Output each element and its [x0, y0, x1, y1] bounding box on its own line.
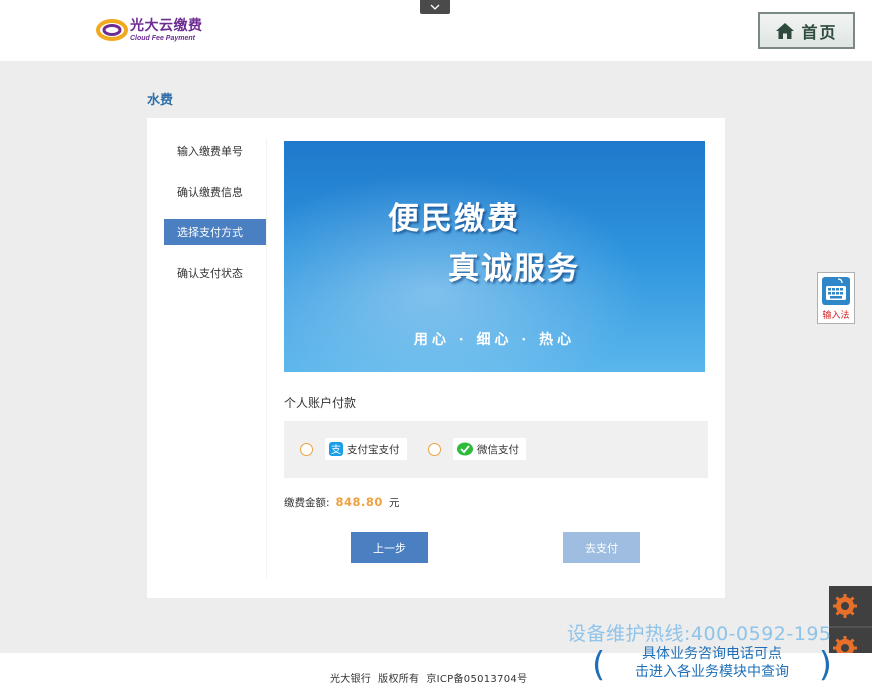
chevron-down-icon — [430, 4, 440, 10]
logo-en-text: Cloud Fee Payment — [130, 34, 195, 42]
payment-options: 支 支付宝支付 微信支付 — [284, 421, 708, 478]
divider — [266, 138, 267, 578]
prev-step-button[interactable]: 上一步 — [351, 532, 428, 563]
home-button[interactable]: 首页 — [758, 12, 855, 49]
banner-tagline: 用心 · 细心 · 热心 — [413, 332, 576, 348]
step-item: 确认支付状态 — [177, 266, 243, 280]
step-item-active: 选择支付方式 — [164, 219, 266, 245]
banner-image: 便民缴费 真诚服务 用心 · 细心 · 热心 — [284, 141, 705, 372]
logo: 光大云缴费 Cloud Fee Payment — [96, 17, 203, 43]
wechat-option[interactable]: 微信支付 — [428, 438, 526, 460]
wechat-radio[interactable] — [428, 442, 441, 456]
amount-unit: 元 — [388, 497, 400, 509]
step-list: 输入缴费单号 确认缴费信息 选择支付方式 确认支付状态 — [164, 138, 266, 300]
step-item: 确认缴费信息 — [177, 185, 243, 199]
banner-headline-1: 便民缴费 — [388, 201, 520, 237]
alipay-icon: 支 — [329, 442, 343, 456]
logo-cn-text: 光大云缴费 — [130, 17, 203, 34]
wechat-label: 微信支付 — [477, 443, 519, 456]
main-card: 输入缴费单号 确认缴费信息 选择支付方式 确认支付状态 便民缴费 真诚服务 用心… — [147, 118, 725, 598]
input-method-button[interactable]: 输入法 — [817, 272, 855, 324]
hotline-text: 设备维护热线:400-0592-195 — [567, 623, 832, 645]
right-paren: ) — [818, 645, 832, 685]
hint-line-1: 具体业务咨询电话可点 — [642, 646, 782, 662]
dropdown-toggle[interactable] — [420, 0, 450, 14]
alipay-radio[interactable] — [300, 442, 313, 456]
consult-hint[interactable]: ( 具体业务咨询电话可点 击进入各业务模块中查询 ) — [592, 645, 832, 687]
amount-row: 缴费金额: 848.80 元 — [284, 495, 399, 510]
home-button-label: 首页 — [801, 22, 838, 42]
keyboard-icon — [822, 277, 850, 305]
payment-section-label: 个人账户付款 — [284, 396, 357, 410]
alipay-label: 支付宝支付 — [347, 443, 400, 456]
input-method-label: 输入法 — [822, 311, 850, 321]
left-paren: ( — [592, 645, 606, 685]
amount-label: 缴费金额: — [284, 497, 330, 509]
alipay-option[interactable]: 支 支付宝支付 — [300, 438, 407, 460]
footer-copyright: 光大银行 版权所有 京ICP备05013704号 — [330, 674, 528, 685]
hint-line-2: 击进入各业务模块中查询 — [635, 664, 789, 680]
amount-value: 848.80 — [335, 495, 383, 509]
svg-text:支: 支 — [331, 444, 341, 456]
step-item: 输入缴费单号 — [177, 145, 243, 158]
go-pay-button[interactable]: 去支付 — [563, 532, 640, 563]
page-title: 水费 — [147, 93, 174, 108]
banner-headline-2: 真诚服务 — [448, 251, 580, 287]
cloud-logo-icon — [96, 19, 128, 41]
home-icon — [776, 22, 795, 39]
wechat-icon — [457, 442, 473, 456]
